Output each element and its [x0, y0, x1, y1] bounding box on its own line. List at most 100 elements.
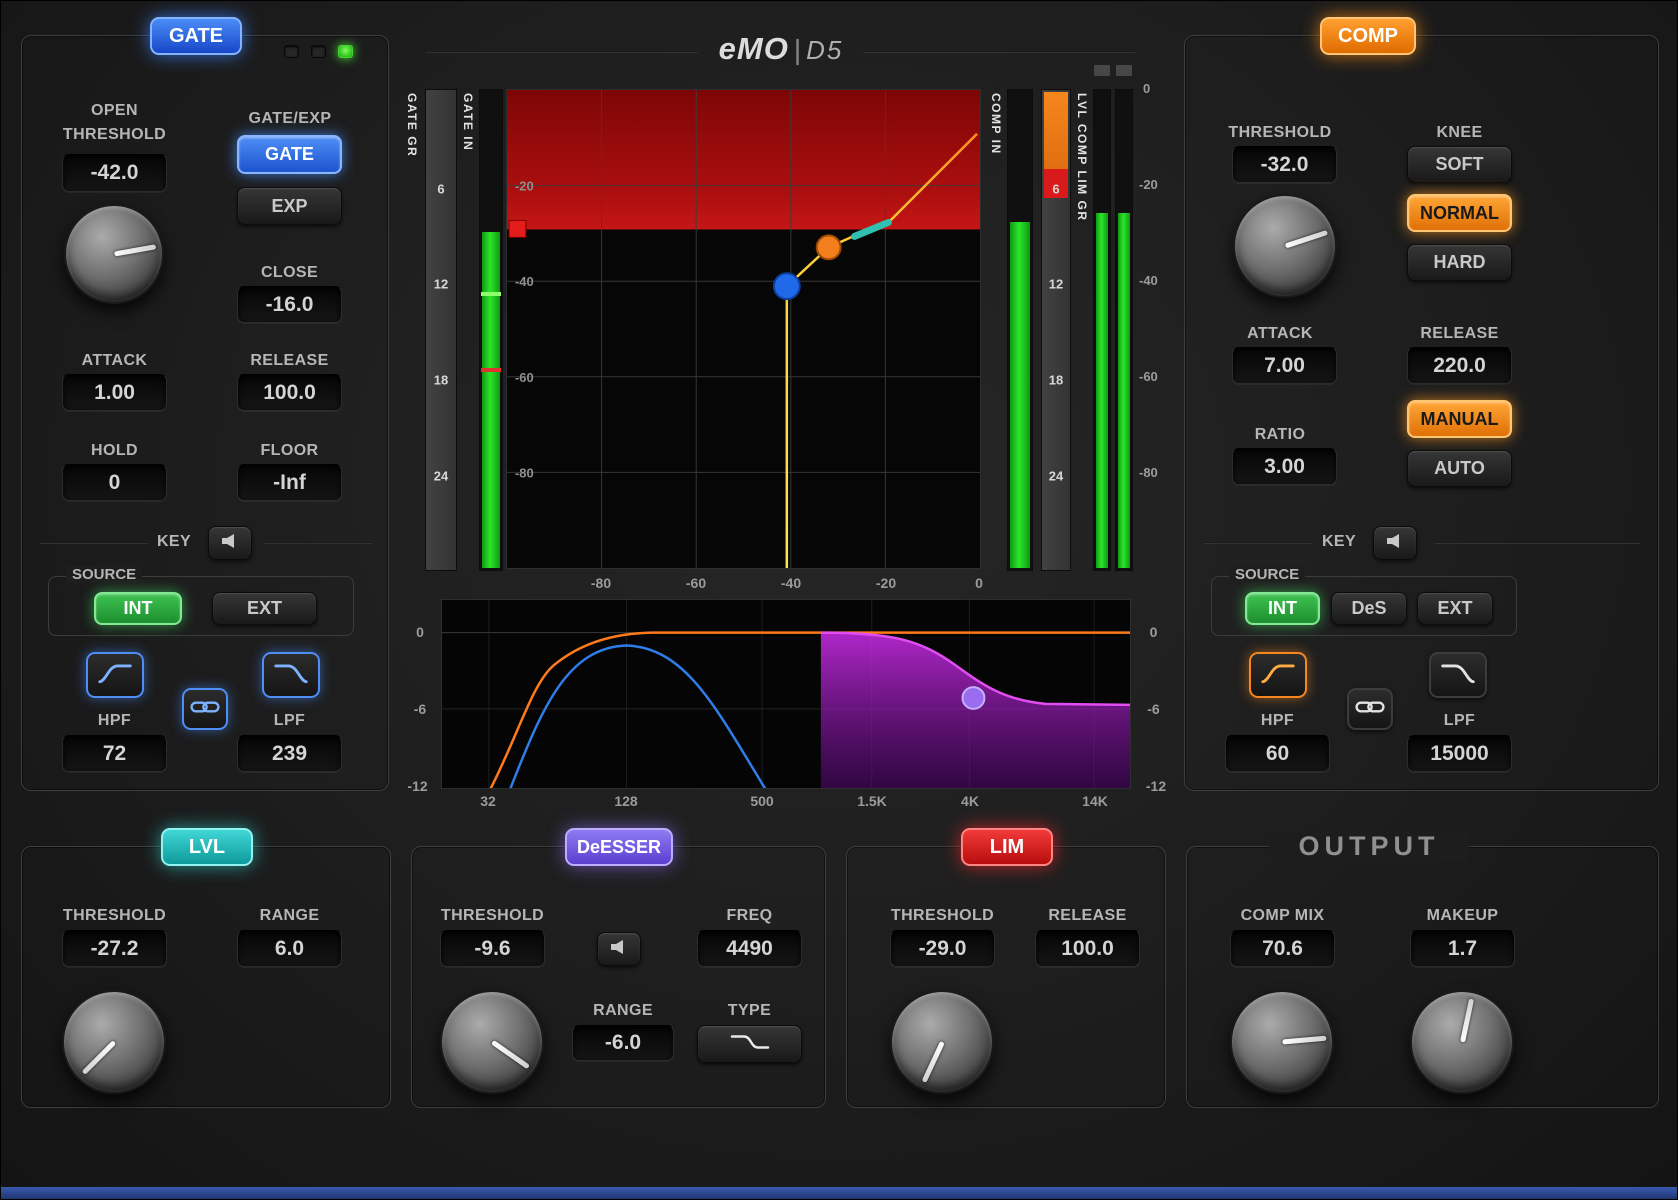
gate-gr-meter: 6 12 18 24	[425, 89, 457, 571]
gate-source-ext-button[interactable]: EXT	[212, 592, 317, 625]
comp-key-listen-button[interactable]	[1373, 526, 1417, 560]
knob-pointer	[81, 1040, 116, 1075]
gate-key-listen-button[interactable]	[208, 526, 252, 560]
gate-release-value[interactable]: 100.0	[237, 374, 342, 411]
db-scale-tick: -40	[1139, 273, 1158, 288]
lim-threshold-knob[interactable]	[890, 990, 994, 1094]
limit-threshold-handle[interactable]	[508, 219, 527, 238]
gr-scale-tick: 6	[1052, 181, 1060, 197]
eq-freq-tick: 4K	[961, 793, 979, 809]
comp-in-meter-fill	[1010, 222, 1030, 568]
gate-hold-value[interactable]: 0	[62, 464, 167, 501]
gate-section-button[interactable]: GATE	[150, 17, 242, 55]
comp-threshold-handle[interactable]	[815, 234, 842, 261]
gate-in-meter	[479, 89, 503, 571]
lvl-comp-lim-gr-meter-label: LVL COMP LIM GR	[1075, 93, 1089, 222]
deesser-threshold-knob[interactable]	[440, 990, 544, 1094]
comp-source-int-button[interactable]: INT	[1245, 592, 1320, 625]
gate-open-threshold-knob[interactable]	[64, 204, 164, 304]
hpf-icon	[96, 661, 134, 690]
eq-freq-tick: 1.5K	[857, 793, 887, 809]
gate-close-value[interactable]: -16.0	[237, 286, 342, 323]
header-line-left	[426, 51, 698, 53]
gate-source-label: SOURCE	[66, 566, 143, 583]
gate-hpf-value[interactable]: 72	[62, 735, 167, 772]
transfer-curve-display[interactable]: -20 -40 -60 -80	[506, 89, 981, 569]
eq-freq-tick: 32	[480, 793, 496, 809]
output-comp-mix-knob[interactable]	[1230, 990, 1334, 1094]
deesser-listen-button[interactable]	[597, 932, 641, 966]
output-makeup-knob[interactable]	[1410, 990, 1514, 1094]
comp-key-hpf-button[interactable]	[1249, 652, 1307, 698]
eq-freq-tick: 128	[614, 793, 638, 809]
gate-open-threshold-value[interactable]: -42.0	[62, 154, 167, 192]
transfer-x-tick: -60	[685, 575, 707, 591]
gate-open-threshold-label: OPEN	[91, 102, 138, 119]
lvl-threshold-knob[interactable]	[62, 990, 166, 1094]
comp-source-label: SOURCE	[1229, 566, 1306, 583]
gate-mode-gate-button[interactable]: GATE	[237, 135, 342, 174]
comp-ratio-value[interactable]: 3.00	[1232, 448, 1337, 485]
lim-threshold-label: THRESHOLD	[890, 907, 995, 924]
limiter-zone	[507, 90, 980, 230]
comp-key-lpf-button[interactable]	[1429, 652, 1487, 698]
gate-key-filter-link-button[interactable]	[182, 688, 228, 730]
knob-pointer	[1284, 230, 1328, 249]
deesser-section-button[interactable]: DeESSER	[565, 828, 673, 866]
eq-display[interactable]	[441, 599, 1131, 789]
deesser-type-label: TYPE	[727, 1002, 772, 1019]
gate-lpf-value[interactable]: 239	[237, 735, 342, 772]
deesser-freq-value[interactable]: 4490	[697, 930, 802, 967]
output-makeup-value[interactable]: 1.7	[1410, 930, 1515, 967]
deesser-type-button[interactable]	[697, 1025, 802, 1063]
comp-key-filter-link-button[interactable]	[1347, 688, 1393, 730]
knob-pointer	[113, 244, 157, 257]
comp-lpf-value[interactable]: 15000	[1407, 735, 1512, 772]
plugin-window: eMO | D5 GATE OPEN THRESHOLD -42.0 GATE/…	[0, 0, 1678, 1200]
comp-release-manual-button[interactable]: MANUAL	[1407, 400, 1512, 438]
gate-key-lpf-button[interactable]	[262, 652, 320, 698]
lpf-icon	[272, 661, 310, 690]
gate-floor-value[interactable]: -Inf	[237, 464, 342, 501]
gate-close-label: CLOSE	[260, 264, 319, 281]
lvl-section-button[interactable]: LVL	[161, 828, 253, 866]
gate-key-hpf-button[interactable]	[86, 652, 144, 698]
lvl-threshold-value[interactable]: -27.2	[62, 930, 167, 967]
lvl-range-value[interactable]: 6.0	[237, 930, 342, 967]
lim-threshold-value[interactable]: -29.0	[890, 930, 995, 967]
comp-attack-value[interactable]: 7.00	[1232, 347, 1337, 384]
deesser-threshold-value[interactable]: -9.6	[440, 930, 545, 967]
transfer-x-tick: 0	[975, 575, 983, 591]
deesser-freq-handle[interactable]	[961, 686, 986, 710]
comp-hpf-label: HPF	[1260, 712, 1295, 729]
output-comp-mix-value[interactable]: 70.6	[1230, 930, 1335, 967]
comp-threshold-knob[interactable]	[1233, 194, 1337, 298]
comp-knee-hard-button[interactable]: HARD	[1407, 244, 1512, 281]
comp-release-auto-button[interactable]: AUTO	[1407, 450, 1512, 487]
lim-release-value[interactable]: 100.0	[1035, 930, 1140, 967]
bottom-bar	[1, 1187, 1677, 1199]
comp-hpf-value[interactable]: 60	[1225, 735, 1330, 772]
comp-knee-normal-button[interactable]: NORMAL	[1407, 194, 1512, 232]
gate-attack-value[interactable]: 1.00	[62, 374, 167, 411]
db-scale-tick: -80	[1139, 465, 1158, 480]
comp-source-des-button[interactable]: DeS	[1331, 592, 1407, 625]
deesser-range-value[interactable]: -6.0	[572, 1025, 674, 1061]
lim-section-button[interactable]: LIM	[961, 828, 1053, 866]
eq-db-tick: -6	[1147, 701, 1160, 717]
gate-mode-exp-button[interactable]: EXP	[237, 187, 342, 225]
speaker-icon	[1385, 533, 1405, 554]
deesser-panel: DeESSER THRESHOLD -9.6 FREQ 4490 RANGE -…	[411, 828, 826, 1108]
gate-source-int-button[interactable]: INT	[94, 592, 182, 625]
gate-threshold-handle[interactable]	[772, 272, 801, 301]
output-meter-left	[1093, 89, 1111, 571]
comp-release-value[interactable]: 220.0	[1407, 347, 1512, 384]
output-section-title: OUTPUT	[1269, 831, 1469, 862]
gate-in-meter-fill	[482, 232, 500, 568]
comp-section-button[interactable]: COMP	[1320, 17, 1416, 55]
comp-threshold-value[interactable]: -32.0	[1232, 146, 1337, 183]
comp-source-ext-button[interactable]: EXT	[1417, 592, 1493, 625]
gate-attack-label: ATTACK	[81, 352, 148, 369]
comp-lpf-label: LPF	[1443, 712, 1476, 729]
comp-knee-soft-button[interactable]: SOFT	[1407, 146, 1512, 183]
